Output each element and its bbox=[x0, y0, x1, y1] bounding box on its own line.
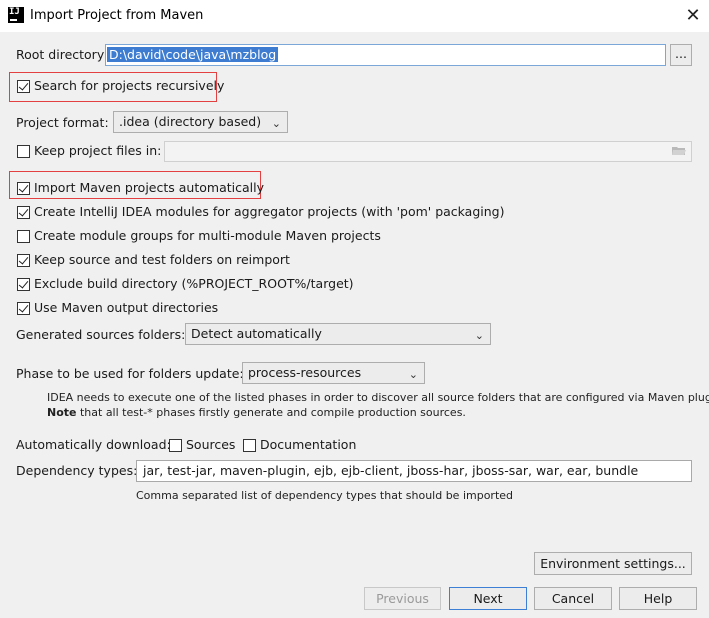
phase-help-line2: Note that all test-* phases firstly gene… bbox=[47, 406, 466, 419]
chevron-down-icon: ⌄ bbox=[408, 368, 418, 381]
download-docs-label: Documentation bbox=[260, 437, 357, 452]
next-button[interactable]: Next bbox=[449, 587, 527, 610]
download-sources-checkbox[interactable] bbox=[169, 439, 182, 452]
dependency-types-value: jar, test-jar, maven-plugin, ejb, ejb-cl… bbox=[143, 463, 639, 478]
project-format-select[interactable]: .idea (directory based) ⌄ bbox=[113, 111, 288, 133]
phase-label: Phase to be used for folders update: bbox=[16, 366, 244, 381]
option-checkbox-module-groups[interactable] bbox=[17, 230, 30, 243]
option-checkbox-exclude-build-dir[interactable] bbox=[17, 278, 30, 291]
download-sources-label: Sources bbox=[186, 437, 236, 452]
option-label-module-groups: Create module groups for multi-module Ma… bbox=[34, 228, 381, 243]
download-docs-checkbox[interactable] bbox=[243, 439, 256, 452]
dependency-types-label: Dependency types: bbox=[16, 463, 138, 478]
phase-help-line2-text: that all test-* phases firstly generate … bbox=[76, 406, 466, 419]
cancel-button[interactable]: Cancel bbox=[534, 587, 612, 610]
option-checkbox-aggregator-modules[interactable] bbox=[17, 206, 30, 219]
option-checkbox-keep-source-folders[interactable] bbox=[17, 254, 30, 267]
chevron-down-icon: ⌄ bbox=[271, 117, 281, 130]
root-directory-label: Root directory bbox=[16, 47, 105, 62]
previous-button[interactable]: Previous bbox=[364, 587, 441, 610]
option-checkbox-maven-output-dirs[interactable] bbox=[17, 302, 30, 315]
search-recursive-label: Search for projects recursively bbox=[34, 78, 225, 93]
phase-value: process-resources bbox=[248, 365, 362, 380]
dependency-types-input[interactable]: jar, test-jar, maven-plugin, ejb, ejb-cl… bbox=[136, 460, 692, 482]
option-label-maven-output-dirs: Use Maven output directories bbox=[34, 300, 219, 315]
chevron-down-icon: ⌄ bbox=[474, 329, 484, 342]
keep-files-label: Keep project files in: bbox=[34, 143, 162, 158]
root-directory-input[interactable]: D:\david\code\java\mzblog bbox=[105, 44, 666, 66]
option-label-aggregator-modules: Create IntelliJ IDEA modules for aggrega… bbox=[34, 204, 505, 219]
project-format-label: Project format: bbox=[16, 115, 109, 130]
option-label-import-auto: Import Maven projects automatically bbox=[34, 180, 264, 195]
browse-button[interactable]: ... bbox=[670, 44, 692, 66]
environment-settings-button[interactable]: Environment settings... bbox=[534, 552, 692, 575]
window-title: Import Project from Maven bbox=[30, 8, 204, 23]
close-icon[interactable]: ✕ bbox=[680, 3, 706, 29]
phase-select[interactable]: process-resources ⌄ bbox=[242, 362, 425, 384]
option-checkbox-import-auto[interactable] bbox=[17, 182, 30, 195]
dependency-types-hint: Comma separated list of dependency types… bbox=[136, 489, 514, 502]
phase-help-note-bold: Note bbox=[47, 406, 77, 419]
project-format-value: .idea (directory based) bbox=[119, 114, 262, 129]
folder-icon[interactable] bbox=[672, 146, 686, 156]
auto-download-label: Automatically download: bbox=[16, 437, 171, 452]
generated-sources-select[interactable]: Detect automatically ⌄ bbox=[185, 323, 491, 345]
keep-files-path-input[interactable] bbox=[164, 141, 692, 162]
option-label-keep-source-folders: Keep source and test folders on reimport bbox=[34, 252, 290, 267]
keep-files-checkbox[interactable] bbox=[17, 145, 30, 158]
generated-sources-value: Detect automatically bbox=[191, 326, 322, 341]
generated-sources-label: Generated sources folders: bbox=[16, 327, 186, 342]
option-label-exclude-build-dir: Exclude build directory (%PROJECT_ROOT%/… bbox=[34, 276, 354, 291]
intellij-app-icon: IJ bbox=[8, 7, 24, 23]
help-button[interactable]: Help bbox=[619, 587, 697, 610]
phase-help-line1: IDEA needs to execute one of the listed … bbox=[47, 391, 709, 404]
search-recursive-checkbox[interactable] bbox=[17, 80, 30, 93]
app-icon-text: IJ bbox=[9, 7, 20, 17]
root-directory-value: D:\david\code\java\mzblog bbox=[107, 47, 279, 62]
